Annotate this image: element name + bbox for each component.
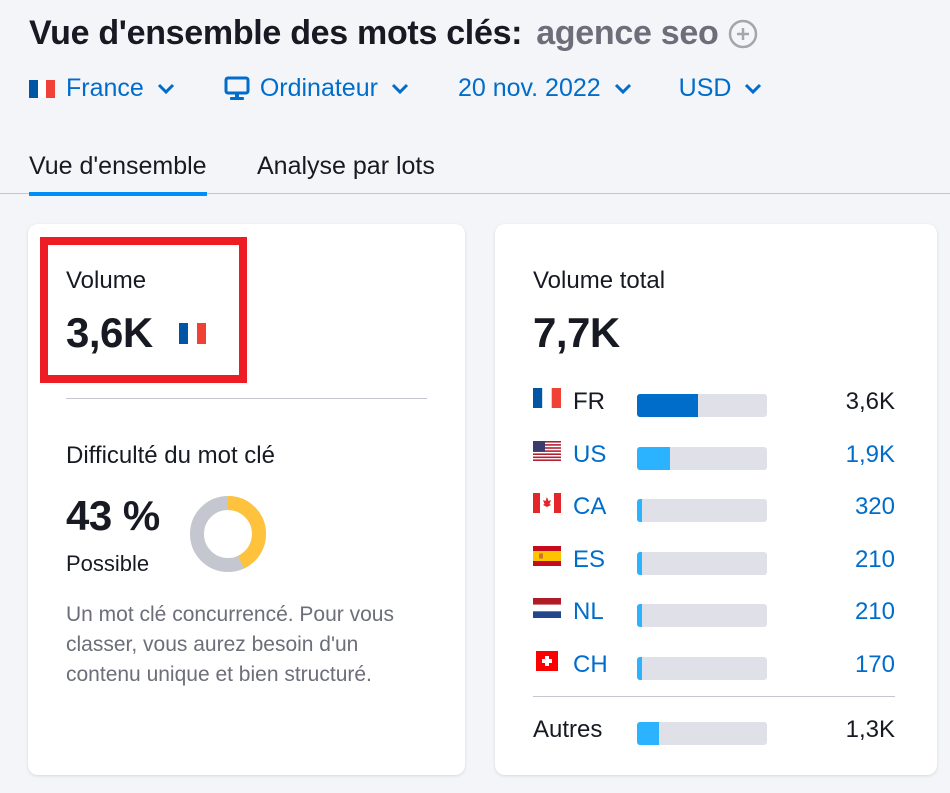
spain-flag-icon [533, 546, 561, 566]
country-code-link[interactable]: NL [573, 598, 604, 626]
tab-bulk-analysis[interactable]: Analyse par lots [257, 152, 435, 181]
volume-bar-fill [637, 499, 643, 522]
chevron-down-icon [157, 83, 174, 94]
country-volume-link[interactable]: 320 [855, 493, 895, 521]
date-label: 20 nov. 2022 [457, 74, 601, 102]
volume-bar [637, 722, 767, 745]
volume-bar [637, 499, 767, 522]
volume-bar [637, 394, 767, 417]
keyword-difficulty-value: 43 % [66, 492, 160, 539]
volume-bar [637, 552, 767, 575]
country-code-link[interactable]: ES [573, 546, 605, 574]
tab-bar: Vue d'ensemble Analyse par lots [0, 140, 950, 196]
switzerland-flag-icon [536, 651, 558, 671]
difficulty-donut-chart [190, 496, 266, 572]
country-label: France [66, 74, 144, 102]
total-volume-value: 7,7K [533, 309, 620, 356]
country-row-fr: FR 3,6K [533, 388, 895, 418]
country-code: FR [573, 388, 605, 415]
date-dropdown[interactable]: 20 nov. 2022 [458, 74, 633, 103]
country-volume-link[interactable]: 170 [855, 651, 895, 679]
volume-bar-fill [637, 604, 643, 627]
volume-bar-fill [637, 552, 643, 575]
total-volume-label: Volume total [533, 267, 666, 294]
country-row-es: ES 210 [533, 546, 895, 576]
device-dropdown[interactable]: Ordinateur [224, 74, 410, 103]
volume-bar-fill [637, 394, 699, 417]
tab-overview[interactable]: Vue d'ensemble [29, 152, 207, 196]
volume-label: Volume [66, 267, 147, 294]
volume-value: 3,6K [66, 309, 153, 356]
country-row-ca: CA 320 [533, 493, 895, 523]
chevron-down-icon [745, 83, 762, 94]
country-volume-link[interactable]: 210 [855, 598, 895, 626]
france-flag-icon [29, 79, 56, 98]
keyword-difficulty-label: Difficulté du mot clé [66, 442, 275, 469]
country-row-others: Autres 1,3K [533, 716, 895, 746]
keyword: agence seo [536, 14, 719, 52]
country-row-nl: NL 210 [533, 598, 895, 628]
card-divider [66, 398, 427, 399]
country-volume-link[interactable]: 210 [855, 546, 895, 574]
page-header: Vue d'ensemble des mots clés: agence seo [29, 14, 758, 53]
volume-bar [637, 604, 767, 627]
chevron-down-icon [391, 83, 408, 94]
country-code-link[interactable]: CH [573, 651, 608, 679]
canada-flag-icon [533, 493, 561, 513]
currency-label: USD [678, 74, 732, 102]
country-volume: 3,6K [845, 388, 895, 415]
country-dropdown[interactable]: France [29, 74, 176, 103]
volume-bar-fill [637, 657, 643, 680]
currency-dropdown[interactable]: USD [679, 74, 764, 103]
plus-circle-icon[interactable] [728, 19, 758, 49]
country-code-link[interactable]: US [573, 441, 606, 469]
volume-bar [637, 447, 767, 470]
keyword-difficulty-description: Un mot clé concurrencé. Pour vous classe… [66, 603, 394, 686]
others-label: Autres [533, 716, 603, 743]
country-row-us: US 1,9K [533, 441, 895, 471]
country-volume-link[interactable]: 1,9K [846, 441, 895, 469]
volume-bar-fill [637, 722, 660, 745]
france-flag-icon [533, 388, 561, 408]
chevron-down-icon [614, 83, 631, 94]
page-title: Vue d'ensemble des mots clés: [29, 14, 523, 52]
keyword-difficulty-level: Possible [66, 551, 150, 576]
volume-bar [637, 657, 767, 680]
others-divider [533, 696, 895, 697]
desktop-icon [224, 76, 250, 100]
country-code-link[interactable]: CA [573, 493, 606, 521]
others-volume: 1,3K [845, 716, 895, 743]
filter-bar: France Ordinateur 20 nov. 2022 USD [29, 74, 763, 103]
netherlands-flag-icon [533, 598, 561, 618]
volume-bar-fill [637, 447, 670, 470]
usa-flag-icon [533, 441, 561, 461]
france-flag-icon [179, 323, 206, 344]
device-label: Ordinateur [259, 74, 378, 102]
country-row-ch: CH 170 [533, 651, 895, 681]
